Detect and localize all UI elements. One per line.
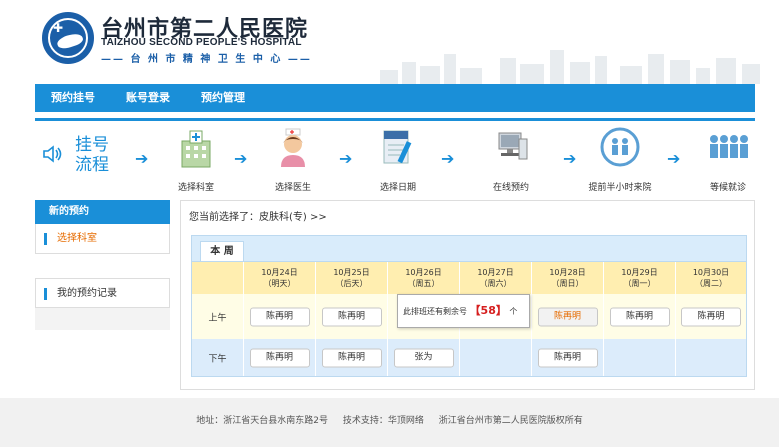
nav-account-login[interactable]: 账号登录 [126,84,170,112]
sidebar-header: 新的预约 [35,200,170,224]
day-header: 10月30日 （周二） [692,268,730,288]
nav-appointment-booking[interactable]: 预约挂号 [51,84,95,112]
hospital-name-en: TAIZHOU SECOND PEOPLE'S HOSPITAL [101,37,302,48]
arrow-right-icon: ➔ [339,149,353,168]
doctor-slot-button[interactable]: 陈再明 [321,307,382,326]
sidebar-item-label: 选择科室 [44,233,97,245]
doctor-slot-button[interactable]: 张为 [393,348,454,367]
remaining-slots-tooltip: 此排班还有剩余号 【58】 个 [397,294,530,328]
sidebar-item-select-department[interactable]: 选择科室 [35,224,170,254]
morning-label: 上午 [208,313,227,323]
nurse-icon [281,128,305,167]
doctor-slot-button[interactable]: 陈再明 [609,307,670,326]
waiting-people-icon [710,135,748,158]
breadcrumb: 您当前选择了：皮肤科(专) >> [189,212,327,223]
hospital-subtitle: —— 台 州 市 精 神 卫 生 中 心 —— [101,54,312,65]
day-header: 10月27日 （周六） [460,262,532,294]
computer-icon [498,132,528,160]
doctor-slot-button[interactable]: 陈再明 [321,348,382,367]
nav-appointment-management[interactable]: 预约管理 [201,84,245,112]
day-header: 10月25日 （后天） [316,262,388,294]
sidebar: 新的预约 选择科室 [35,200,170,254]
step-select-date: 选择日期 [363,127,433,193]
day-header: 10月29日 （周一） [604,262,676,294]
step-arrive-early: 提前半小时来院 [585,127,655,193]
arrow-right-icon: ➔ [234,149,248,168]
day-header: 10月26日 （周五） [388,262,460,294]
process-title: 挂号 流程 [75,135,109,175]
hospital-logo-icon: ✚ [42,12,94,64]
people-circle-icon [600,127,640,167]
city-skyline-decoration [380,44,770,84]
hospital-building-icon [181,130,211,168]
sidebar-item-my-records[interactable]: 我的预约记录 [35,278,170,308]
doctor-slot-button[interactable]: 陈再明 [681,307,741,326]
doctor-slot-button[interactable]: 陈再明 [249,348,310,367]
step-select-doctor: 选择医生 [258,127,328,193]
footer-text: 地址：浙江省天台县水南东路2号 技术支持：华顶网络 浙江省台州市第二人民医院版权… [0,413,779,426]
step-wait-consultation: 等候就诊 [693,127,763,193]
arrow-right-icon: ➔ [441,149,455,168]
tab-bar: 本 周 [191,235,747,262]
doctor-slot-button[interactable]: 陈再明 [249,307,310,326]
site-footer: 地址：浙江省天台县水南东路2号 技术支持：华顶网络 浙江省台州市第二人民医院版权… [0,398,779,447]
tab-this-week[interactable]: 本 周 [200,241,244,262]
arrow-right-icon: ➔ [667,149,681,168]
day-header: 10月28日 （周日） [532,262,604,294]
footer-support: 技术支持：华顶网络 [342,416,424,426]
table-header-row: 10月24日 （明天） 10月25日 （后天） 10月26日 （周五） 10月27日（… [192,262,746,294]
sidebar-records-panel: 我的预约记录 [35,278,170,330]
footer-address: 地址：浙江省天台县水南东路2号 [196,416,328,426]
sidebar-item-label: 我的预约记录 [44,288,117,300]
main-nav: 预约挂号 账号登录 预约管理 [35,84,755,112]
afternoon-label: 下午 [208,354,227,364]
speaker-icon [43,145,62,163]
day-header: 10月24日 （明天） [244,262,316,294]
doctor-slot-button[interactable]: 陈再明 [537,348,598,367]
calendar-pen-icon [383,130,412,164]
site-header: ✚ 台州市第二人民医院 TAIZHOU SECOND PEOPLE'S HOSP… [0,0,779,84]
registration-process: 挂号 流程 ➔ 选择科室 ➔ 选择医生 ➔ 选择日期 ➔ 在线预约 ➔ 提前半小… [35,118,755,193]
table-row-afternoon: 下午 陈再明 陈再明 张为 陈再明 [192,339,746,376]
footer-copyright: 浙江省台州市第二人民医院版权所有 [438,416,583,426]
arrow-right-icon: ➔ [563,149,577,168]
step-online-booking: 在线预约 [476,127,546,193]
doctor-slot-button[interactable]: 陈再明 [537,307,598,326]
remaining-count: 【58】 [469,304,507,317]
step-select-department: 选择科室 [161,127,231,193]
arrow-right-icon: ➔ [135,149,149,168]
